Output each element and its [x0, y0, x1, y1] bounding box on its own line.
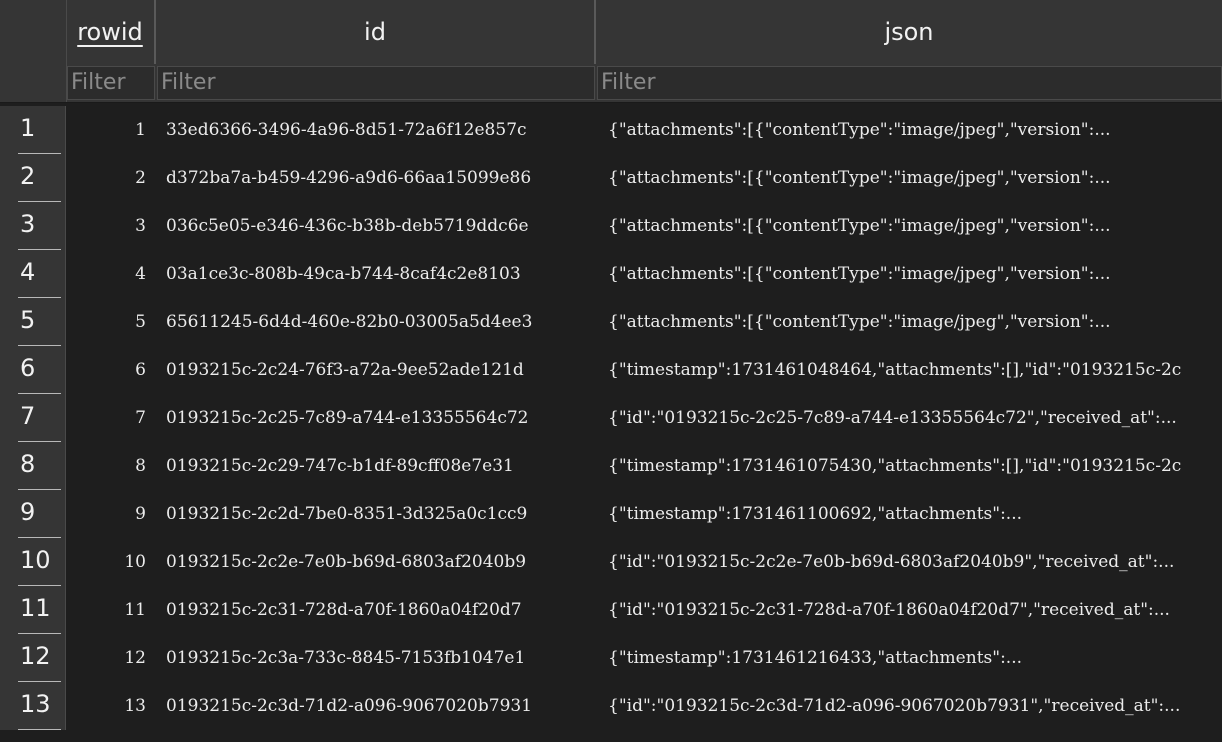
row-number-label: 2: [20, 162, 36, 190]
column-header-id[interactable]: id: [156, 0, 596, 64]
cell-json[interactable]: {"timestamp":1731461048464,"attachments"…: [608, 346, 1222, 394]
cell-id[interactable]: 0193215c-2c31-728d-a70f-1860a04f20d7: [166, 586, 591, 634]
table-row[interactable]: 7 7 0193215c-2c25-7c89-a744-e13355564c72 {"…: [0, 394, 1222, 442]
row-number-header[interactable]: 13: [0, 682, 66, 730]
cell-rowid[interactable]: 6: [66, 346, 146, 394]
column-header-label: id: [364, 18, 386, 46]
corner-cell[interactable]: [0, 0, 67, 102]
cell-json[interactable]: {"attachments":[{"contentType":"image/jp…: [608, 298, 1222, 346]
cell-id[interactable]: 0193215c-2c2d-7be0-8351-3d325a0c1cc9: [166, 490, 591, 538]
cell-id[interactable]: 0193215c-2c3d-71d2-a096-9067020b7931: [166, 682, 591, 730]
row-number-label: 3: [20, 210, 36, 238]
cell-id[interactable]: 65611245-6d4d-460e-82b0-03005a5d4ee3: [166, 298, 591, 346]
table-row[interactable]: 2 2 d372ba7a-b459-4296-a9d6-66aa15099e86 {"…: [0, 154, 1222, 202]
row-number-header[interactable]: 2: [0, 154, 66, 202]
cell-rowid[interactable]: 2: [66, 154, 146, 202]
cell-id[interactable]: 0193215c-2c29-747c-b1df-89cff08e7e31: [166, 442, 591, 490]
row-number-header[interactable]: 4: [0, 250, 66, 298]
column-header-json[interactable]: json: [596, 0, 1222, 64]
cell-json[interactable]: {"timestamp":1731461216433,"attachments"…: [608, 634, 1222, 682]
filter-input-json[interactable]: [597, 66, 1222, 100]
cell-id[interactable]: 03a1ce3c-808b-49ca-b744-8caf4c2e8103: [166, 250, 591, 298]
cell-rowid[interactable]: 3: [66, 202, 146, 250]
column-header-rowid[interactable]: rowid: [66, 0, 156, 64]
cell-json[interactable]: {"attachments":[{"contentType":"image/jp…: [608, 250, 1222, 298]
column-header-label: rowid: [77, 18, 143, 46]
row-number-label: 9: [20, 498, 36, 526]
cell-json[interactable]: {"timestamp":1731461100692,"attachments"…: [608, 490, 1222, 538]
row-number-label: 11: [20, 594, 51, 622]
cell-id[interactable]: 036c5e05-e346-436c-b38b-deb5719ddc6e: [166, 202, 591, 250]
row-number-header[interactable]: 6: [0, 346, 66, 394]
cell-json[interactable]: {"timestamp":1731461075430,"attachments"…: [608, 442, 1222, 490]
table-row[interactable]: 12 12 0193215c-2c3a-733c-8845-7153fb1047e1…: [0, 634, 1222, 682]
row-number-label: 6: [20, 354, 36, 382]
cell-rowid[interactable]: 10: [66, 538, 146, 586]
table-body: 1 1 33ed6366-3496-4a96-8d51-72a6f12e857c {"…: [0, 106, 1222, 742]
row-number-header[interactable]: 10: [0, 538, 66, 586]
cell-rowid[interactable]: 1: [66, 106, 146, 154]
cell-id[interactable]: 0193215c-2c3a-733c-8845-7153fb1047e1: [166, 634, 591, 682]
cell-rowid[interactable]: 11: [66, 586, 146, 634]
cell-rowid[interactable]: 12: [66, 634, 146, 682]
row-number-label: 5: [20, 306, 36, 334]
table-row[interactable]: 3 3 036c5e05-e346-436c-b38b-deb5719ddc6e {"…: [0, 202, 1222, 250]
cell-json[interactable]: {"attachments":[{"contentType":"image/jp…: [608, 106, 1222, 154]
cell-id[interactable]: 0193215c-2c24-76f3-a72a-9ee52ade121d: [166, 346, 591, 394]
column-header-label: json: [884, 18, 934, 46]
cell-id[interactable]: 0193215c-2c2e-7e0b-b69d-6803af2040b9: [166, 538, 591, 586]
row-number-label: 12: [20, 642, 51, 670]
row-number-header[interactable]: 11: [0, 586, 66, 634]
row-number-label: 1: [20, 114, 36, 142]
cell-id[interactable]: d372ba7a-b459-4296-a9d6-66aa15099e86: [166, 154, 591, 202]
table-row[interactable]: 13 13 0193215c-2c3d-71d2-a096-9067020b7931…: [0, 682, 1222, 730]
row-number-label: 13: [20, 690, 51, 718]
row-number-header[interactable]: 1: [0, 106, 66, 154]
cell-json[interactable]: {"attachments":[{"contentType":"image/jp…: [608, 202, 1222, 250]
table-row[interactable]: 11 11 0193215c-2c31-728d-a70f-1860a04f20d7…: [0, 586, 1222, 634]
row-number-header[interactable]: 12: [0, 634, 66, 682]
table-row[interactable]: 1 1 33ed6366-3496-4a96-8d51-72a6f12e857c {"…: [0, 106, 1222, 154]
cell-rowid[interactable]: 4: [66, 250, 146, 298]
cell-rowid[interactable]: 9: [66, 490, 146, 538]
table-row[interactable]: 5 5 65611245-6d4d-460e-82b0-03005a5d4ee3 {"…: [0, 298, 1222, 346]
table-row[interactable]: 9 9 0193215c-2c2d-7be0-8351-3d325a0c1cc9 {"…: [0, 490, 1222, 538]
cell-id[interactable]: 33ed6366-3496-4a96-8d51-72a6f12e857c: [166, 106, 591, 154]
row-number-header[interactable]: 3: [0, 202, 66, 250]
row-number-header[interactable]: 5: [0, 298, 66, 346]
cell-json[interactable]: {"id":"0193215c-2c31-728d-a70f-1860a04f2…: [608, 586, 1222, 634]
row-number-label: 7: [20, 402, 36, 430]
cell-rowid[interactable]: 8: [66, 442, 146, 490]
row-number-header[interactable]: 7: [0, 394, 66, 442]
cell-json[interactable]: {"attachments":[{"contentType":"image/jp…: [608, 154, 1222, 202]
cell-rowid[interactable]: 7: [66, 394, 146, 442]
filter-input-rowid[interactable]: [67, 66, 155, 100]
row-number-header[interactable]: 8: [0, 442, 66, 490]
table-row[interactable]: 6 6 0193215c-2c24-76f3-a72a-9ee52ade121d {"…: [0, 346, 1222, 394]
data-grid: rowid id json 1133ed6366-3496-4a96-8d51-…: [0, 0, 1222, 742]
filter-input-id[interactable]: [157, 66, 595, 100]
cell-id[interactable]: 0193215c-2c25-7c89-a744-e13355564c72: [166, 394, 591, 442]
table-row[interactable]: 8 8 0193215c-2c29-747c-b1df-89cff08e7e31 {"…: [0, 442, 1222, 490]
cell-json[interactable]: {"id":"0193215c-2c25-7c89-a744-e13355564…: [608, 394, 1222, 442]
row-number-label: 10: [20, 546, 51, 574]
cell-rowid[interactable]: 5: [66, 298, 146, 346]
table-row[interactable]: 10 10 0193215c-2c2e-7e0b-b69d-6803af2040b9…: [0, 538, 1222, 586]
cell-json[interactable]: {"id":"0193215c-2c3d-71d2-a096-9067020b7…: [608, 682, 1222, 730]
table-row[interactable]: 4 4 03a1ce3c-808b-49ca-b744-8caf4c2e8103 {"…: [0, 250, 1222, 298]
cell-rowid[interactable]: 13: [66, 682, 146, 730]
cell-json[interactable]: {"id":"0193215c-2c2e-7e0b-b69d-6803af204…: [608, 538, 1222, 586]
row-number-label: 4: [20, 258, 36, 286]
row-number-header[interactable]: 9: [0, 490, 66, 538]
row-number-label: 8: [20, 450, 36, 478]
